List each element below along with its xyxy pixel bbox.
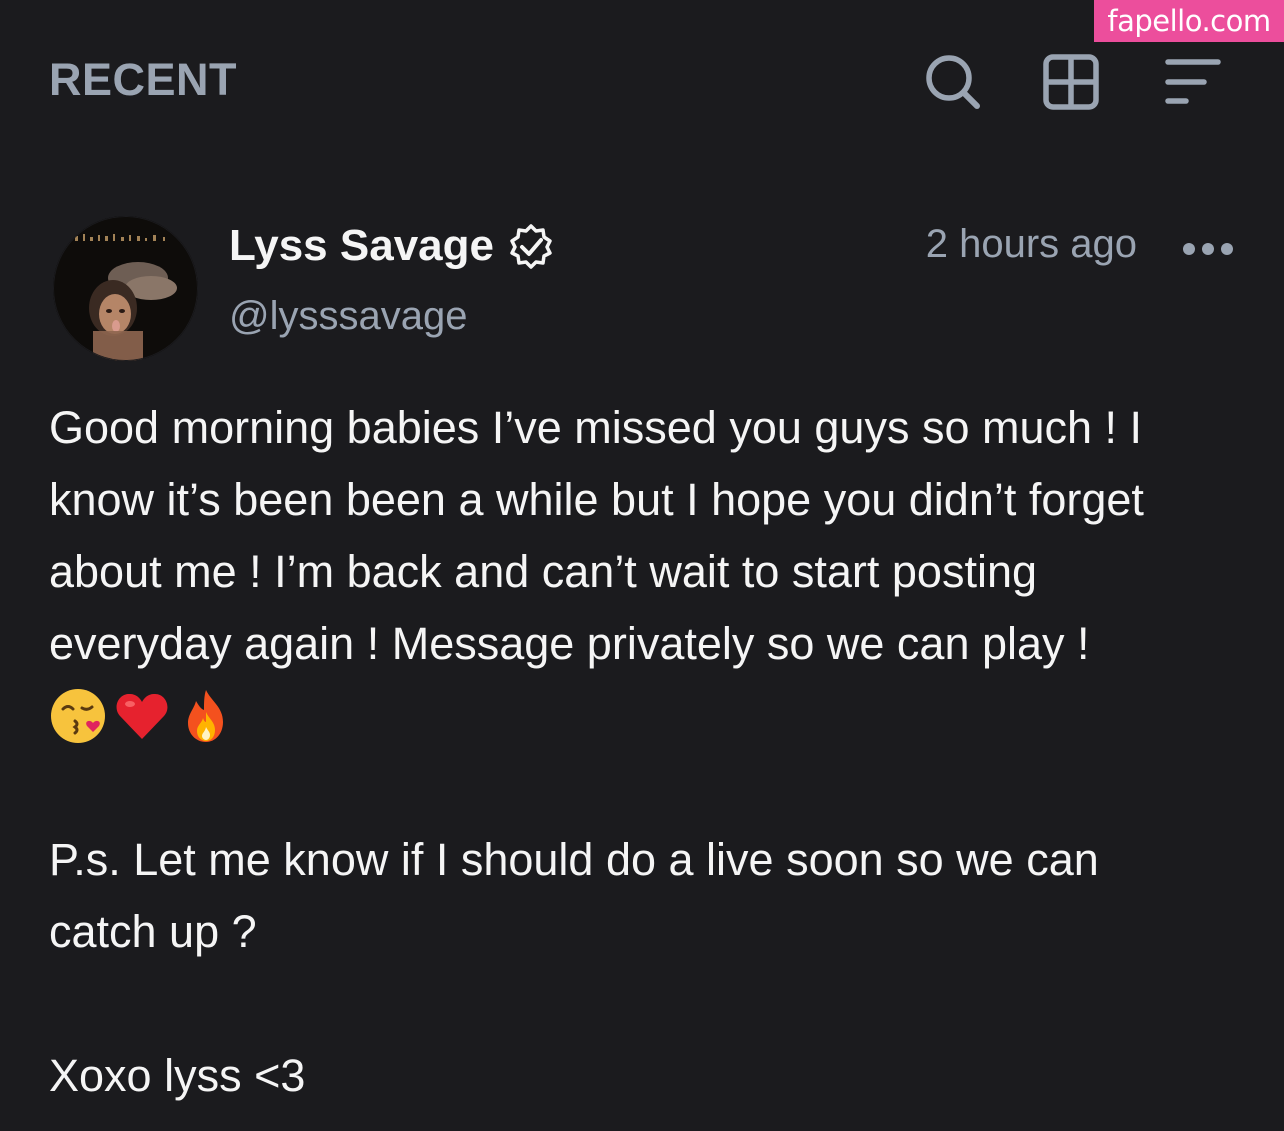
post-line: catch up ? (49, 906, 257, 957)
post-timestamp: 2 hours ago (925, 222, 1137, 266)
more-options-icon[interactable] (1182, 224, 1234, 274)
post-line: Good morning babies I’ve missed you guys… (49, 402, 1143, 453)
post-line: P.s. Let me know if I should do a live s… (49, 834, 1099, 885)
author-handle[interactable]: @lysssavage (229, 294, 467, 339)
post-line: everyday again ! Message privately so we… (49, 618, 1090, 669)
author-name[interactable]: Lyss Savage (229, 221, 494, 271)
emoji-row (49, 680, 1229, 752)
post-paragraph-2: P.s. Let me know if I should do a live s… (49, 824, 1229, 968)
grid-icon[interactable] (1042, 53, 1100, 111)
post-line: about me ! I’m back and can’t wait to st… (49, 546, 1038, 597)
post-signoff: Xoxo lyss <3 (49, 1050, 306, 1101)
post-paragraph-1: Good morning babies I’ve missed you guys… (49, 392, 1229, 752)
watermark: fapello.com (1094, 0, 1284, 42)
search-icon[interactable] (924, 53, 982, 111)
kissing-face-emoji-icon (51, 689, 105, 743)
post-header: Lyss Savage @lysssavage 2 hours ago (53, 214, 1234, 364)
fire-emoji-icon (188, 690, 223, 742)
verified-badge-icon (508, 223, 554, 269)
top-header: RECENT (49, 50, 1224, 112)
red-heart-emoji-icon (116, 693, 168, 739)
avatar[interactable] (53, 216, 198, 361)
post-line: know it’s been been a while but I hope y… (49, 474, 1144, 525)
post-body: Good morning babies I’ve missed you guys… (49, 392, 1229, 1112)
author-row: Lyss Savage (229, 218, 554, 274)
header-actions (924, 50, 1224, 112)
sort-icon[interactable] (1164, 53, 1222, 111)
page-title: RECENT (49, 54, 238, 105)
